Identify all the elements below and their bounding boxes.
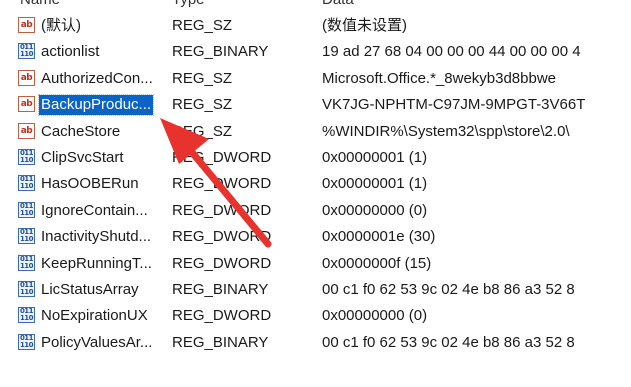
value-name[interactable]: AuthorizedCon... <box>39 69 155 89</box>
binary-value-icon: 011 110 <box>18 228 35 245</box>
value-data: VK7JG-NPHTM-C97JM-9MPGT-3V66T <box>322 96 586 114</box>
registry-value-row[interactable]: 011 110 actionlist REG_BINARY 19 ad 27 68 0… <box>0 39 631 65</box>
value-name[interactable]: HasOOBERun <box>39 174 141 194</box>
registry-value-row[interactable]: 011 110 InactivityShutd... REG_DWORD 0x0000… <box>0 224 631 250</box>
registry-value-row[interactable]: 011 110 LicStatusArray REG_BINARY 00 c1 f0 … <box>0 277 631 303</box>
value-name[interactable]: IgnoreContain... <box>39 201 150 221</box>
value-data: 00 c1 f0 62 53 9c 02 4e b8 86 a3 52 8 <box>322 280 575 298</box>
string-value-icon: ab <box>18 122 35 139</box>
column-header-cutoff: Name Type Data <box>0 0 631 12</box>
value-data: Microsoft.Office.*_8wekyb3d8bbwe <box>322 69 557 87</box>
registry-value-row[interactable]: 011 110 PolicyValuesAr... REG_BINARY 00 c1 … <box>0 330 631 356</box>
binary-value-icon: 011 110 <box>18 43 35 60</box>
value-type: REG_DWORD <box>172 201 272 219</box>
value-name[interactable]: LicStatusArray <box>39 280 141 300</box>
value-type: REG_SZ <box>172 122 233 140</box>
value-name[interactable]: InactivityShutd... <box>39 227 153 247</box>
value-type: REG_BINARY <box>172 280 269 298</box>
value-type: REG_DWORD <box>172 307 272 325</box>
binary-value-icon: 011 110 <box>18 280 35 297</box>
value-type: REG_DWORD <box>172 148 272 166</box>
value-name[interactable]: PolicyValuesAr... <box>39 333 154 353</box>
string-value-icon: ab <box>18 96 35 113</box>
value-name[interactable]: KeepRunningT... <box>39 254 154 274</box>
value-type: REG_SZ <box>172 96 233 114</box>
registry-values-list: ab (默认) REG_SZ (数值未设置) 011 110 actionlist REG_… <box>0 13 631 356</box>
value-data: 0x00000000 (0) <box>322 201 428 219</box>
value-data: 0x0000001e (30) <box>322 228 436 246</box>
value-name[interactable]: BackupProduc... <box>37 94 155 117</box>
binary-value-icon: 011 110 <box>18 148 35 165</box>
registry-value-row[interactable]: 011 110 HasOOBERun REG_DWORD 0x00000001 (1) <box>0 171 631 197</box>
value-type: REG_DWORD <box>172 228 272 246</box>
value-name[interactable]: NoExpirationUX <box>39 306 150 326</box>
value-name[interactable]: (默认) <box>39 16 83 36</box>
value-type: REG_DWORD <box>172 254 272 272</box>
value-data: 0x0000000f (15) <box>322 254 432 272</box>
registry-value-row[interactable]: ab BackupProduc... REG_SZ VK7JG-NPHTM-C97JM… <box>0 92 631 118</box>
binary-value-icon: 011 110 <box>18 201 35 218</box>
value-type: REG_DWORD <box>172 175 272 193</box>
binary-value-icon: 011 110 <box>18 307 35 324</box>
column-header-data[interactable]: Data <box>322 0 354 8</box>
value-data: 00 c1 f0 62 53 9c 02 4e b8 86 a3 52 8 <box>322 333 575 351</box>
value-type: REG_SZ <box>172 17 233 34</box>
value-data: (数值未设置) <box>322 17 407 34</box>
registry-value-row[interactable]: ab CacheStore REG_SZ %WINDIR%\System32\spp\… <box>0 119 631 145</box>
registry-value-row[interactable]: 011 110 KeepRunningT... REG_DWORD 0x0000000… <box>0 251 631 277</box>
registry-value-row[interactable]: ab AuthorizedCon... REG_SZ Microsoft.Office… <box>0 66 631 92</box>
registry-value-row[interactable]: ab (默认) REG_SZ (数值未设置) <box>0 13 631 39</box>
value-name[interactable]: ClipSvcStart <box>39 148 126 168</box>
value-name[interactable]: CacheStore <box>39 122 122 142</box>
value-data: 19 ad 27 68 04 00 00 00 44 00 00 00 4 <box>322 43 581 61</box>
registry-value-row[interactable]: 011 110 IgnoreContain... REG_DWORD 0x000000… <box>0 198 631 224</box>
value-data: %WINDIR%\System32\spp\store\2.0\ <box>322 122 570 140</box>
value-name[interactable]: actionlist <box>39 42 101 62</box>
value-type: REG_SZ <box>172 69 233 87</box>
registry-value-row[interactable]: 011 110 ClipSvcStart REG_DWORD 0x00000001 (… <box>0 145 631 171</box>
value-data: 0x00000001 (1) <box>322 175 428 193</box>
string-value-icon: ab <box>18 17 35 33</box>
column-header-name[interactable]: Name <box>20 0 60 8</box>
string-value-icon: ab <box>18 69 35 86</box>
binary-value-icon: 011 110 <box>18 254 35 271</box>
value-data: 0x00000001 (1) <box>322 148 428 166</box>
binary-value-icon: 011 110 <box>18 175 35 192</box>
value-type: REG_BINARY <box>172 43 269 61</box>
binary-value-icon: 011 110 <box>18 333 35 350</box>
value-type: REG_BINARY <box>172 333 269 351</box>
registry-value-row[interactable]: 011 110 NoExpirationUX REG_DWORD 0x00000000… <box>0 303 631 329</box>
column-header-type[interactable]: Type <box>172 0 205 8</box>
value-data: 0x00000000 (0) <box>322 307 428 325</box>
